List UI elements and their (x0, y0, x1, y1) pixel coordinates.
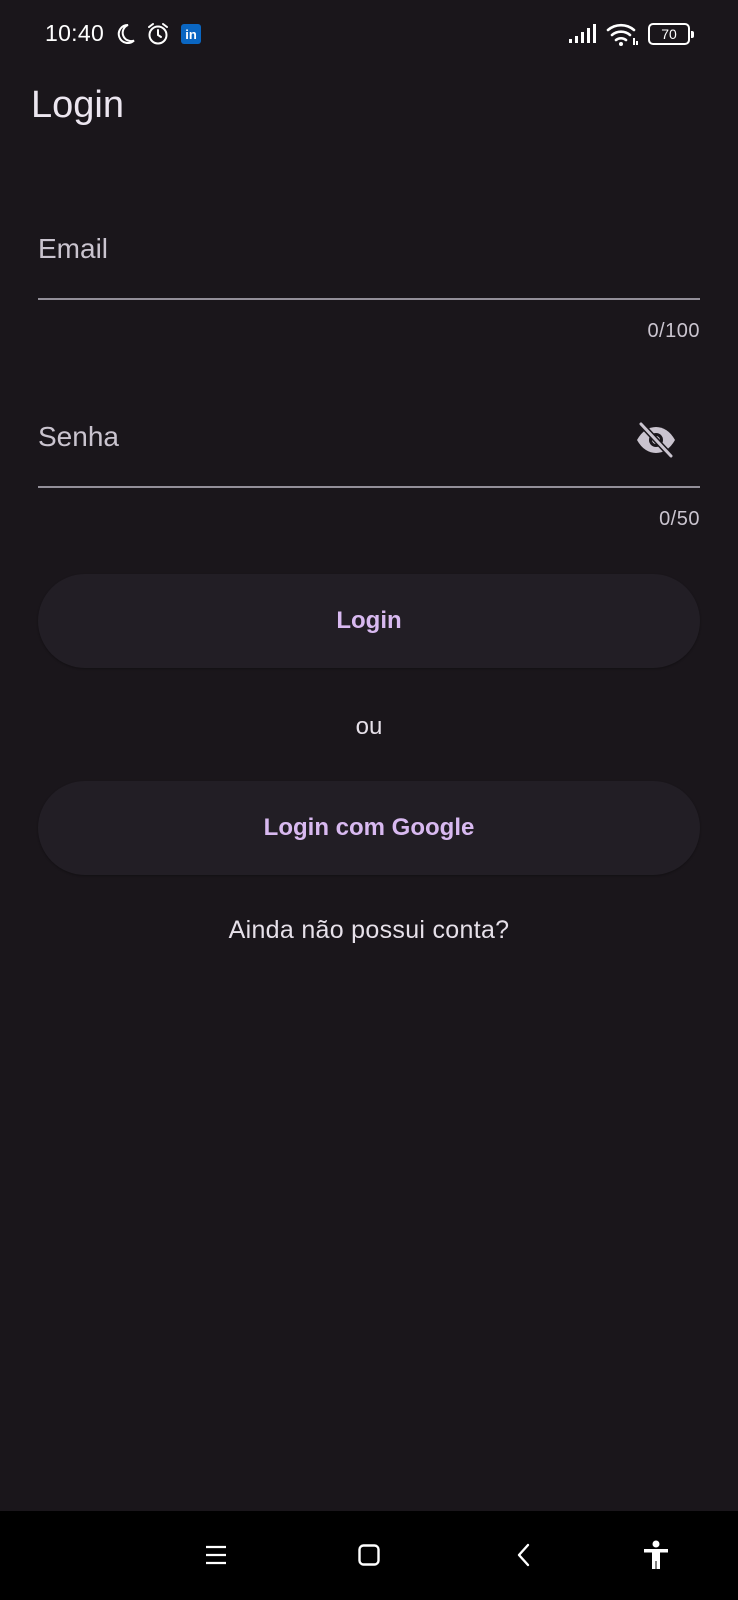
accessibility-icon[interactable] (636, 1535, 676, 1575)
password-field[interactable]: Senha 0/50 (38, 400, 700, 530)
wifi-icon (606, 20, 638, 48)
email-field[interactable]: Email 0/100 (38, 212, 700, 342)
battery-icon: 70 (648, 23, 694, 45)
alarm-icon (144, 20, 172, 48)
signal-icon (568, 24, 596, 44)
page-title: Login (31, 84, 124, 126)
moon-icon (111, 20, 139, 48)
password-field-label[interactable]: Senha (38, 400, 700, 486)
signup-link[interactable]: Ainda não possui conta? (0, 916, 738, 945)
password-char-counter: 0/50 (659, 508, 700, 530)
battery-level: 70 (661, 26, 677, 42)
home-icon[interactable] (349, 1535, 389, 1575)
linkedin-icon: in (181, 24, 201, 44)
email-field-underline (38, 298, 700, 300)
login-screen: 10:40 in 70 Login Email 0/100 Senha 0/50… (0, 0, 738, 1600)
email-char-counter: 0/100 (647, 320, 700, 342)
google-login-button[interactable]: Login com Google (38, 781, 700, 875)
system-nav-bar (0, 1511, 738, 1600)
menu-icon[interactable] (196, 1535, 236, 1575)
password-field-underline (38, 486, 700, 488)
back-icon[interactable] (504, 1535, 544, 1575)
status-bar: 10:40 in 70 (0, 0, 738, 68)
or-separator: ou (355, 713, 383, 740)
status-time: 10:40 (45, 20, 105, 46)
login-button[interactable]: Login (38, 574, 700, 668)
visibility-off-icon[interactable] (634, 418, 678, 462)
email-field-label[interactable]: Email (38, 212, 700, 298)
